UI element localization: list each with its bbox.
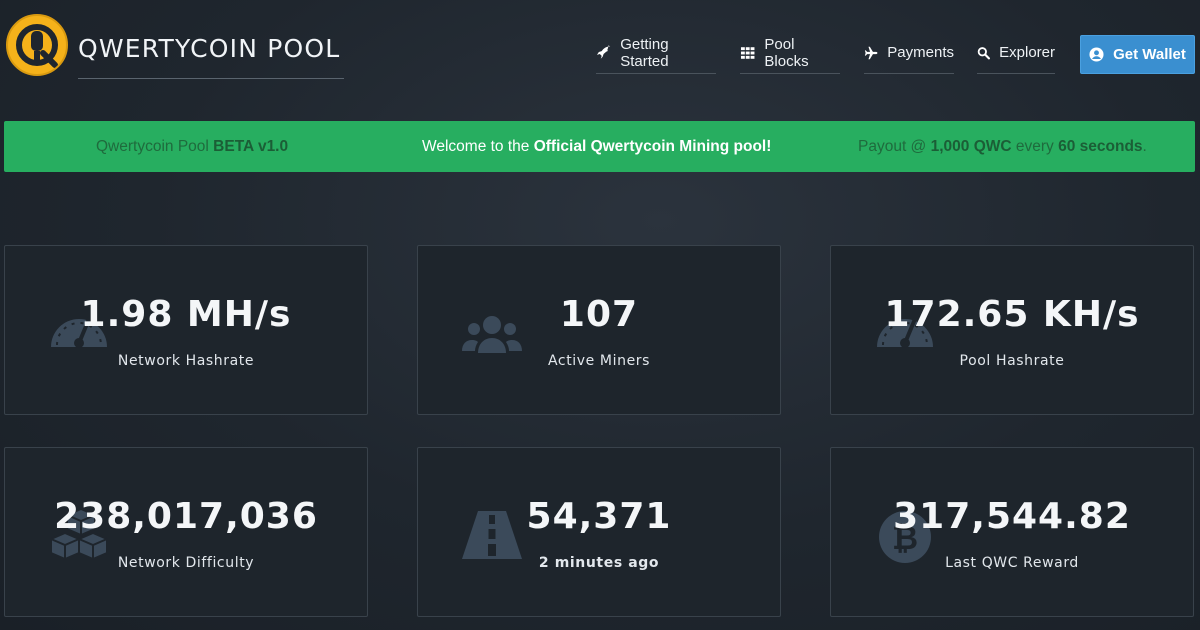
search-icon xyxy=(977,46,990,59)
stat-value: 172.65 KH/s xyxy=(884,294,1140,335)
announcement-banner: Qwertycoin Pool BETA v1.0 Welcome to the… xyxy=(4,121,1195,172)
banner-version: Qwertycoin Pool BETA v1.0 xyxy=(96,121,288,172)
nav-pool-blocks[interactable]: Pool Blocks xyxy=(740,34,840,74)
stat-label: Active Miners xyxy=(547,353,651,369)
user-circle-icon xyxy=(1089,47,1104,62)
get-wallet-button[interactable]: Get Wallet xyxy=(1080,35,1195,74)
stat-card-last-reward: ₿ 317,544.82 Last QWC Reward xyxy=(830,447,1194,617)
stat-card-network-difficulty: 238,017,036 Network Difficulty xyxy=(4,447,368,617)
stat-label: 2 minutes ago xyxy=(538,555,660,571)
nav-payments[interactable]: Payments xyxy=(864,34,954,74)
plane-icon xyxy=(864,46,878,59)
get-wallet-label: Get Wallet xyxy=(1113,46,1186,63)
nav-label: Payments xyxy=(887,44,954,61)
stat-card-pool-hashrate: 172.65 KH/s Pool Hashrate xyxy=(830,245,1194,415)
top-nav: Getting Started Pool Blocks Payments Exp… xyxy=(0,34,1200,74)
stat-label: Network Hashrate xyxy=(117,353,255,369)
nav-label: Getting Started xyxy=(620,35,669,70)
banner-payout-mid: every xyxy=(1011,138,1059,155)
nav-label: Pool Blocks xyxy=(764,35,809,70)
stat-label: Pool Hashrate xyxy=(959,353,1065,369)
grid-icon xyxy=(740,46,755,59)
brand-divider xyxy=(78,78,344,79)
banner-payout-interval: 60 seconds xyxy=(1058,138,1143,155)
banner-version-prefix: Qwertycoin Pool xyxy=(96,138,214,155)
banner-welcome-strong: Official Qwertycoin Mining pool! xyxy=(533,138,772,155)
stat-card-active-miners: 107 Active Miners xyxy=(417,245,781,415)
stat-label: Network Difficulty xyxy=(117,555,255,571)
banner-version-strong: BETA v1.0 xyxy=(213,138,289,155)
nav-explorer[interactable]: Explorer xyxy=(977,34,1055,74)
stat-value: 107 xyxy=(559,294,639,335)
stat-label: Last QWC Reward xyxy=(945,555,1079,571)
stat-card-network-hashrate: 1.98 MH/s Network Hashrate xyxy=(4,245,368,415)
banner-welcome-prefix: Welcome to the xyxy=(422,138,534,155)
banner-welcome: Welcome to the Official Qwertycoin Minin… xyxy=(422,121,771,172)
stat-value: 317,544.82 xyxy=(893,496,1131,537)
stat-value: 238,017,036 xyxy=(54,496,318,537)
banner-payout-suffix: . xyxy=(1142,138,1147,155)
stat-value: 54,371 xyxy=(526,496,672,537)
banner-payout-amount: 1,000 QWC xyxy=(930,138,1012,155)
banner-payout: Payout @ 1,000 QWC every 60 seconds. xyxy=(858,121,1147,172)
nav-getting-started[interactable]: Getting Started xyxy=(596,34,716,74)
stat-card-last-block: 54,371 2 minutes ago xyxy=(417,447,781,617)
banner-payout-prefix: Payout @ xyxy=(858,138,931,155)
stat-value: 1.98 MH/s xyxy=(80,294,292,335)
rocket-icon xyxy=(596,44,611,59)
nav-label: Explorer xyxy=(999,44,1055,61)
